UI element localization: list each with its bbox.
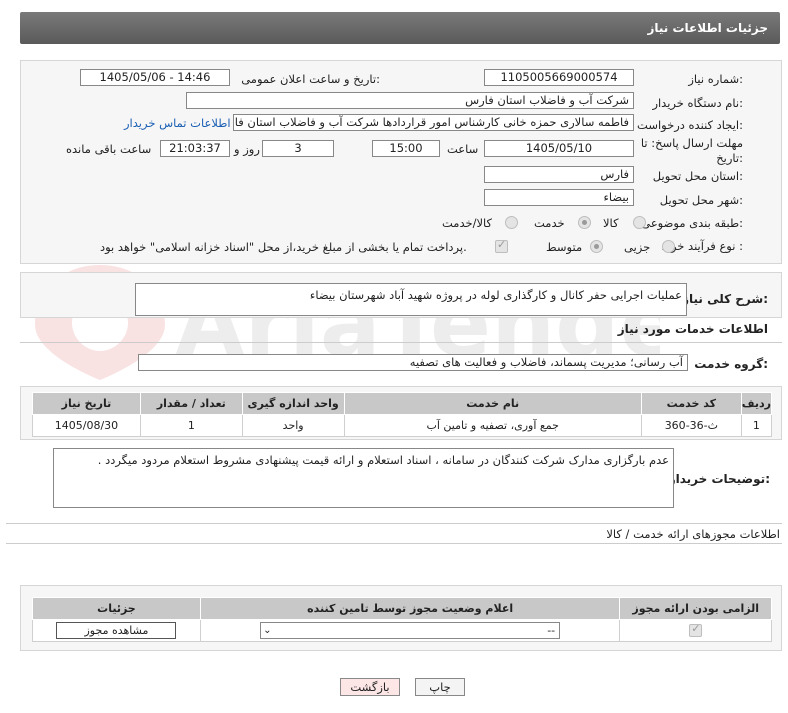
- page-title: جزئیات اطلاعات نیاز: [647, 21, 768, 35]
- cell-status: -- ⌄: [199, 619, 621, 642]
- province-field: فارس: [484, 166, 634, 183]
- view-permit-button[interactable]: مشاهده مجوز: [56, 622, 177, 639]
- category-goods-radio[interactable]: [633, 216, 646, 229]
- services-section-title: اطلاعات خدمات مورد نیاز: [617, 322, 768, 336]
- title-bar: جزئیات اطلاعات نیاز: [20, 12, 780, 44]
- category-goods-service-radio[interactable]: [505, 216, 518, 229]
- process-partial-label: جزیی: [624, 240, 651, 254]
- col-required: الزامی بودن ارائه مجوز: [619, 597, 772, 620]
- services-separator: [20, 342, 782, 343]
- remaining-field: 21:03:37: [160, 140, 230, 157]
- category-goods-label: کالا: [603, 216, 619, 230]
- category-service-radio[interactable]: [578, 216, 591, 229]
- process-partial-radio[interactable]: [662, 240, 675, 253]
- need-number-label: شماره نیاز:: [688, 72, 743, 86]
- required-checkbox[interactable]: [689, 622, 703, 638]
- cell-row: 1: [740, 414, 773, 437]
- col-status: اعلام وضعیت مجوز توسط تامین کننده: [199, 597, 621, 620]
- buyer-notes-field: عدم بارگزاری مدارک شرکت کنندگان در سامان…: [53, 448, 674, 508]
- info-panel: [20, 60, 782, 264]
- buyer-notes-label: توضیحات خریدار:: [668, 472, 770, 486]
- cell-unit: واحد: [241, 414, 345, 437]
- permits-section-title: اطلاعات مجوزهای ارائه خدمت / کالا: [606, 527, 780, 541]
- days-field: 3: [262, 140, 334, 157]
- table-row: 1 ث-36-360 جمع آوری، تصفیه و تامین آب وا…: [32, 414, 773, 437]
- treasury-checkbox[interactable]: [495, 238, 508, 253]
- buyer-org-field: شرکت آب و فاضلاب استان فارس: [186, 92, 634, 109]
- cell-name: جمع آوری، تصفیه و تامین آب: [343, 414, 642, 437]
- services-table: ردیف کد خدمت نام خدمت واحد اندازه گیری ت…: [32, 392, 773, 437]
- table-row: -- ⌄ مشاهده مجوز: [32, 619, 772, 642]
- deadline-date-field: 1405/05/10: [484, 140, 634, 157]
- buyer-org-label: نام دستگاه خریدار:: [652, 96, 743, 110]
- time-label: ساعت: [447, 142, 479, 156]
- description-field: عملیات اجرایی حفر کانال و کارگذاری لوله …: [135, 283, 687, 316]
- services-table-header: ردیف کد خدمت نام خدمت واحد اندازه گیری ت…: [32, 392, 773, 415]
- category-service-label: خدمت: [534, 216, 565, 230]
- col-details: جزئیات: [32, 597, 201, 620]
- cell-qty: 1: [139, 414, 243, 437]
- back-button[interactable]: بازگشت: [340, 678, 400, 696]
- deadline-time-field: 15:00: [372, 140, 440, 157]
- service-group-label: گروه خدمت:: [694, 357, 768, 371]
- city-label: شهر محل تحویل:: [659, 193, 743, 207]
- status-select[interactable]: -- ⌄: [260, 622, 561, 639]
- category-goods-service-label: کالا/خدمت: [442, 216, 493, 230]
- announce-field: 1405/05/06 - 14:46: [80, 69, 230, 86]
- cell-date: 1405/08/30: [32, 414, 141, 437]
- creator-field: فاطمه سالاری حمزه خانی کارشناس امور قرار…: [233, 114, 634, 131]
- cell-code: ث-36-360: [640, 414, 742, 437]
- permits-table: الزامی بودن ارائه مجوز اعلام وضعیت مجوز …: [32, 597, 772, 642]
- status-select-value: --: [547, 624, 556, 637]
- province-label: استان محل تحویل:: [652, 169, 743, 183]
- cell-details: مشاهده مجوز: [32, 619, 201, 642]
- col-unit: واحد اندازه گیری: [241, 392, 345, 415]
- col-name: نام خدمت: [343, 392, 642, 415]
- deadline-label: مهلت ارسال پاسخ: تا: [640, 136, 743, 150]
- category-label: طبقه بندی موضوعی:: [641, 216, 743, 230]
- chevron-down-icon: ⌄: [263, 625, 272, 636]
- process-medium-label: متوسط: [546, 240, 583, 254]
- description-label: شرح کلی نیاز:: [682, 292, 768, 306]
- remaining-label: ساعت باقی مانده: [66, 142, 152, 156]
- service-group-field: آب رسانی؛ مدیریت پسماند، فاضلاب و فعالیت…: [138, 354, 688, 371]
- deadline-label-date: تاریخ:: [716, 151, 743, 165]
- col-row: ردیف: [740, 392, 773, 415]
- process-medium-radio[interactable]: [590, 240, 603, 253]
- print-button[interactable]: چاپ: [415, 678, 465, 696]
- days-label: روز و: [234, 142, 260, 156]
- announce-label: تاریخ و ساعت اعلان عمومی:: [241, 72, 380, 86]
- city-field: بیضاء: [484, 189, 634, 206]
- col-date: تاریخ نیاز: [32, 392, 141, 415]
- permits-top-separator: [6, 523, 782, 524]
- contact-buyer-link[interactable]: اطلاعات تماس خریدار: [124, 116, 231, 130]
- cell-required: [619, 619, 772, 642]
- creator-label: ایجاد کننده درخواست:: [637, 118, 743, 132]
- payment-note: پرداخت تمام یا بخشی از مبلغ خرید،از محل …: [100, 240, 467, 254]
- permits-table-header: الزامی بودن ارائه مجوز اعلام وضعیت مجوز …: [32, 597, 772, 620]
- need-number-field: 1105005669000574: [484, 69, 634, 86]
- col-code: کد خدمت: [640, 392, 742, 415]
- permits-separator: [6, 543, 782, 544]
- col-qty: تعداد / مقدار: [139, 392, 243, 415]
